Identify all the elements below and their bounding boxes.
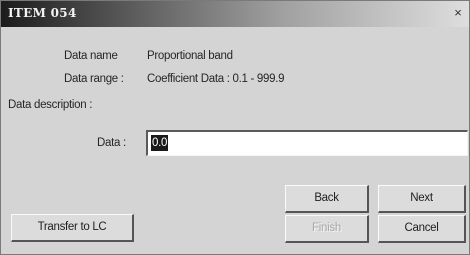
cancel-button-label: Cancel: [404, 222, 439, 234]
data-range-value: Coefficient Data : 0.1 - 999.9: [147, 73, 285, 85]
window-title: ITEM 054: [8, 6, 77, 20]
back-button[interactable]: Back: [285, 185, 369, 213]
data-description-label: Data description :: [8, 99, 93, 111]
next-button-label: Next: [410, 192, 433, 204]
data-name-value: Proportional band: [147, 50, 233, 62]
next-button[interactable]: Next: [378, 185, 466, 213]
back-button-label: Back: [314, 192, 339, 204]
data-input[interactable]: 0.0: [146, 130, 468, 156]
data-range-label: Data range :: [64, 73, 124, 85]
transfer-button-label: Transfer to LC: [37, 221, 107, 233]
data-name-label: Data name: [64, 50, 118, 62]
title-bar[interactable]: ITEM 054 ×: [1, 1, 469, 27]
finish-button-label: Finish: [312, 222, 341, 234]
transfer-to-lc-button[interactable]: Transfer to LC: [11, 214, 134, 242]
item-dialog: ITEM 054 × Data name Proportional band D…: [0, 0, 470, 255]
data-label: Data :: [97, 137, 126, 149]
data-input-value: 0.0: [151, 135, 169, 151]
finish-button[interactable]: Finish: [285, 215, 369, 243]
close-icon[interactable]: ×: [450, 5, 466, 21]
cancel-button[interactable]: Cancel: [378, 215, 466, 243]
